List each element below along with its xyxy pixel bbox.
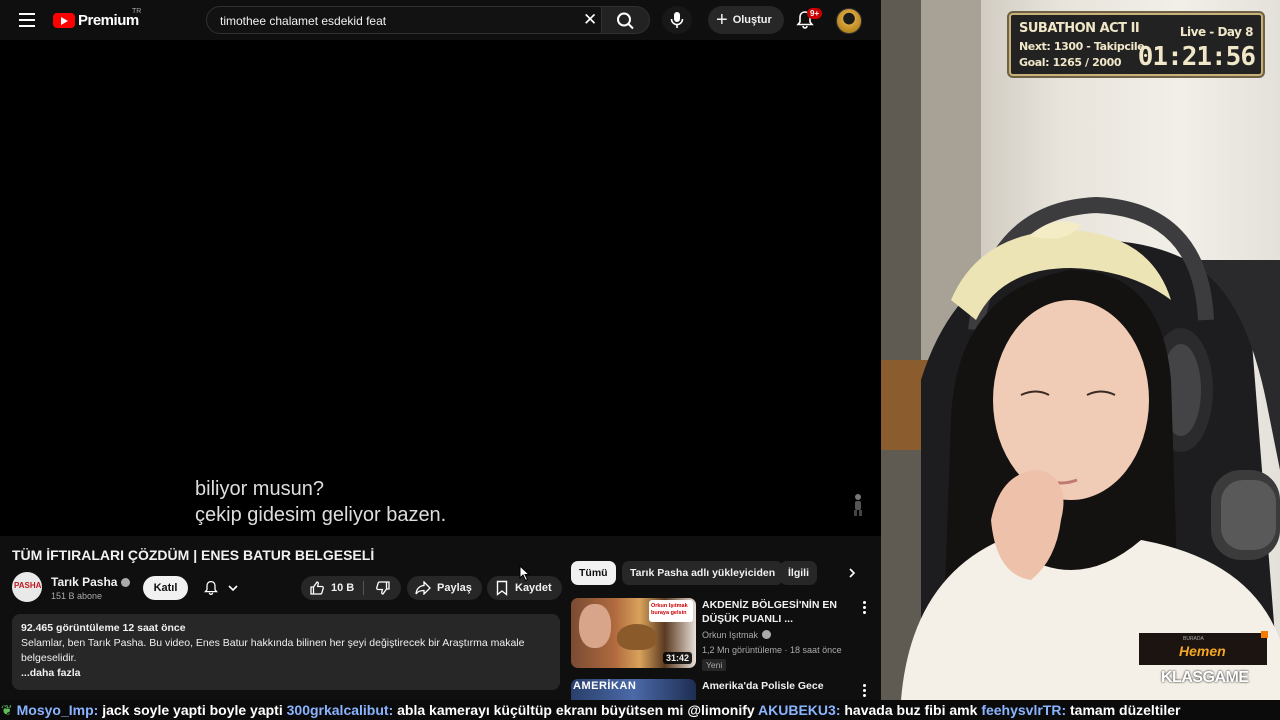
video-thumbnail[interactable]: Orkun Işıtmak buraya gelsin 31:42 bbox=[571, 598, 696, 668]
create-label: Oluştur bbox=[732, 14, 772, 26]
recommendation-channel-name: Orkun Işıtmak bbox=[702, 630, 759, 640]
description-box[interactable]: 92.465 görüntüleme 12 saat önce Selamlar… bbox=[12, 614, 560, 690]
subtitle-caption: biliyor musun? çekip gidesim geliyor baz… bbox=[192, 476, 450, 528]
share-icon bbox=[415, 581, 431, 595]
save-label: Kaydet bbox=[515, 582, 552, 594]
share-button[interactable]: Paylaş bbox=[407, 576, 482, 600]
notification-count-badge: 9+ bbox=[807, 8, 823, 19]
goal-progress-label: Goal: 1265 / 2000 bbox=[1019, 56, 1122, 69]
search-button[interactable] bbox=[602, 6, 650, 34]
sponsor-brand-logo: KLASGAME bbox=[1161, 669, 1249, 686]
chevron-down-icon bbox=[228, 585, 238, 592]
chat-username: 300grkalcalibut: bbox=[286, 702, 394, 718]
chat-message: jack soyle yapti boyle yapti bbox=[102, 702, 287, 718]
search-icon bbox=[617, 12, 634, 30]
country-code: TR bbox=[132, 8, 142, 15]
recommendation-item[interactable]: Orkun Işıtmak buraya gelsin 31:42 AKDENİ… bbox=[571, 598, 881, 673]
menu-icon[interactable] bbox=[19, 13, 35, 27]
search-box: ✕ bbox=[206, 6, 602, 35]
recommendation-channel: Orkun Işıtmak bbox=[702, 630, 772, 640]
ticker-leaf-icon: ❦ bbox=[1, 702, 17, 718]
like-count: 10 B bbox=[331, 582, 355, 594]
search-input[interactable] bbox=[218, 7, 582, 35]
chat-username: Mosyo_Imp: bbox=[16, 702, 99, 718]
chat-username: feehysvlrTR: bbox=[981, 702, 1067, 718]
chat-message: abla kamerayı küçültüp ekranı büyütsen m… bbox=[397, 702, 759, 718]
webcam-feed bbox=[881, 0, 1280, 700]
live-day-label: Live - Day 8 bbox=[1179, 25, 1254, 39]
join-button[interactable]: Katıl bbox=[143, 576, 188, 600]
subscription-bell-button[interactable] bbox=[195, 576, 247, 600]
subathon-overlay: SUBATHON ACT II Live - Day 8 Next: 1300 … bbox=[1009, 13, 1263, 76]
youtube-play-icon bbox=[53, 12, 75, 28]
sponsor-banner: BURADA Hemen KLASGAME bbox=[1139, 631, 1268, 691]
subathon-timer: 01:21:56 bbox=[1137, 42, 1256, 72]
recommendation-title[interactable]: AKDENİZ BÖLGESİ'NİN EN DÜŞÜK PUANLI ... bbox=[702, 598, 842, 626]
channel-name[interactable]: Tarık Pasha bbox=[51, 575, 131, 589]
chip-related[interactable]: İlgili bbox=[780, 561, 817, 585]
bookmark-icon bbox=[496, 580, 508, 596]
chat-message: havada buz fibi amk bbox=[844, 702, 982, 718]
youtube-window: Premium TR ✕ + Oluştur bbox=[0, 0, 881, 700]
subscriber-count: 151 B abone bbox=[51, 591, 103, 601]
microphone-icon bbox=[670, 12, 684, 28]
description-text: Selamlar, ben Tarık Pasha. Bu video, Ene… bbox=[21, 637, 525, 664]
clear-search-icon[interactable]: ✕ bbox=[583, 11, 597, 29]
dislike-button[interactable] bbox=[367, 576, 399, 600]
thumbs-up-icon bbox=[310, 581, 324, 595]
youtube-logo[interactable]: Premium TR bbox=[53, 8, 142, 29]
chat-username: AKUBEKU3: bbox=[758, 702, 841, 718]
caption-line: çekip gidesim geliyor bazen. bbox=[195, 504, 447, 526]
share-label: Paylaş bbox=[437, 582, 472, 594]
video-duration: 31:42 bbox=[662, 652, 692, 664]
player-figure-icon bbox=[854, 494, 862, 516]
recommendation-stats: 1,2 Mn görüntüleme · 18 saat önce bbox=[702, 645, 842, 655]
chat-ticker: ❦ Mosyo_Imp: jack soyle yapti boyle yapt… bbox=[0, 700, 1280, 720]
mouse-cursor-icon bbox=[519, 565, 531, 582]
more-options-icon[interactable] bbox=[859, 684, 869, 698]
voice-search-button[interactable] bbox=[662, 6, 692, 34]
verified-icon bbox=[762, 630, 772, 639]
plus-icon: + bbox=[716, 9, 728, 31]
thumbs-down-icon bbox=[376, 581, 390, 595]
thumbnail-overlay-text: AMERİKAN bbox=[573, 680, 637, 692]
channel-avatar[interactable]: PASHA bbox=[12, 572, 42, 602]
new-badge: Yeni bbox=[702, 659, 727, 671]
caption-line: biliyor musun? bbox=[195, 478, 324, 500]
view-count-and-date: 92.465 görüntüleme 12 saat önce bbox=[21, 622, 186, 634]
thumbnail-overlay-text: Orkun Işıtmak buraya gelsin bbox=[651, 603, 688, 616]
channel-avatar-text: PASHA bbox=[14, 581, 42, 590]
recommendation-item[interactable]: AMERİKAN Amerika'da Polisle Gece bbox=[571, 679, 881, 700]
more-options-icon[interactable] bbox=[859, 601, 869, 615]
user-avatar[interactable] bbox=[836, 8, 862, 34]
video-thumbnail[interactable]: AMERİKAN bbox=[571, 679, 696, 700]
chip-all[interactable]: Tümü bbox=[571, 561, 616, 585]
recommendation-title[interactable]: Amerika'da Polisle Gece bbox=[702, 679, 842, 693]
like-button[interactable]: 10 B bbox=[301, 576, 363, 600]
show-more-link[interactable]: ...daha fazla bbox=[21, 666, 551, 681]
sponsor-small-text: BURADA bbox=[1183, 636, 1204, 642]
top-bar: Premium TR ✕ + Oluştur bbox=[0, 0, 881, 40]
sponsor-accent bbox=[1261, 631, 1268, 638]
chips-next-button[interactable] bbox=[840, 561, 864, 585]
chat-message: tamam düzeltiler bbox=[1070, 702, 1181, 718]
bell-icon bbox=[204, 580, 218, 595]
like-dislike-group: 10 B bbox=[301, 576, 401, 600]
create-button[interactable]: + Oluştur bbox=[708, 6, 784, 34]
video-title: TÜM İFTIRALARI ÇÖZDÜM | ENES BATUR BELGE… bbox=[12, 547, 375, 563]
webcam-scene bbox=[881, 0, 1280, 700]
verified-icon bbox=[121, 578, 131, 587]
subathon-title: SUBATHON ACT II bbox=[1019, 21, 1140, 36]
video-player[interactable] bbox=[0, 40, 881, 536]
like-divider bbox=[363, 581, 364, 595]
next-goal-label: Next: 1300 - Takipcilerl bbox=[1019, 40, 1144, 53]
logo-text: Premium bbox=[78, 11, 139, 29]
chip-from-uploader[interactable]: Tarık Pasha adlı yükleyiciden bbox=[622, 561, 784, 585]
channel-name-label: Tarık Pasha bbox=[51, 575, 118, 589]
sponsor-cta: Hemen bbox=[1179, 643, 1226, 659]
chevron-right-icon bbox=[849, 568, 856, 578]
